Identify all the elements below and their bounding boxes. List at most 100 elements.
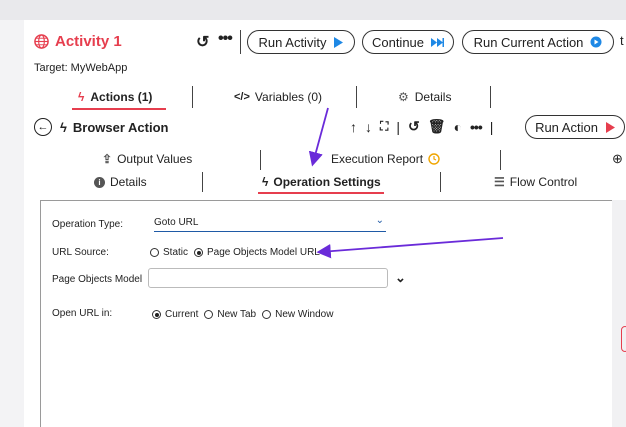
separator xyxy=(500,150,501,170)
radio-label: New Tab xyxy=(217,309,257,320)
back-arrow-icon[interactable]: ← xyxy=(34,118,52,136)
lightning-icon: ϟ xyxy=(60,119,67,135)
side-scroll-area xyxy=(612,200,626,427)
tab-details-label: Details xyxy=(414,90,452,104)
activity-title: Activity 1 xyxy=(34,33,122,50)
tab-variables-label: Variables (0) xyxy=(254,90,323,104)
fast-forward-icon xyxy=(431,37,445,47)
play-icon xyxy=(605,121,615,133)
tab-operation-settings[interactable]: ϟ Operation Settings xyxy=(262,175,381,189)
run-current-action-label: Run Current Action xyxy=(473,34,584,50)
operation-type-value: Goto URL xyxy=(154,217,199,228)
undo-icon[interactable]: ↺ xyxy=(408,118,420,135)
separator xyxy=(192,86,193,108)
page-objects-model-input[interactable] xyxy=(148,268,388,288)
radio-circle xyxy=(194,248,204,257)
move-down-icon[interactable]: ↓ xyxy=(365,119,372,135)
active-tab-underline xyxy=(258,192,384,194)
info-icon: i xyxy=(94,176,105,188)
run-current-action-button[interactable]: Run Current Action xyxy=(462,30,614,54)
open-new-window-radio[interactable]: New Window xyxy=(262,309,333,320)
clock-icon xyxy=(428,153,440,165)
more-options-icon[interactable]: ••• xyxy=(218,30,233,48)
radio-label: Page Objects Model URL xyxy=(207,247,320,258)
tab-variables[interactable]: </> Variables (0) xyxy=(234,86,322,108)
undo-icon[interactable]: ↺ xyxy=(196,32,209,52)
separator: | xyxy=(396,118,401,135)
separator xyxy=(260,150,261,170)
play-icon xyxy=(334,36,344,48)
move-up-icon[interactable]: ↑ xyxy=(350,119,357,135)
radio-circle xyxy=(152,310,161,319)
upload-icon: ⇪ xyxy=(102,152,113,166)
radio-label: Current xyxy=(165,309,199,320)
run-action-label: Run Action xyxy=(535,119,598,135)
action-title: ϟ Browser Action xyxy=(60,120,168,135)
gear-icon: ⚙ xyxy=(398,90,409,104)
annotation-arrow xyxy=(308,107,329,167)
tab-flow-control-label: Flow Control xyxy=(509,175,578,189)
run-activity-button[interactable]: Run Activity xyxy=(247,30,355,54)
expand-icon[interactable]: ⛶ xyxy=(380,119,388,134)
url-source-label: URL Source: xyxy=(52,247,109,258)
action-toolbar: ↑ ↓ ⛶ | ↺ 🗑 ◐ ••• | xyxy=(350,118,493,135)
open-url-in-label: Open URL in: xyxy=(52,308,113,319)
radio-label: New Window xyxy=(275,309,334,320)
url-source-static-radio[interactable]: Static xyxy=(150,247,188,258)
run-activity-label: Run Activity xyxy=(258,34,327,50)
radio-label: Static xyxy=(163,247,189,258)
separator: | xyxy=(489,118,494,135)
radio-circle xyxy=(262,310,272,319)
toggle-icon[interactable]: ◐ xyxy=(454,119,462,135)
activity-title-text: Activity 1 xyxy=(55,32,122,50)
globe-icon xyxy=(34,33,49,49)
target-label: Target: MyWebApp xyxy=(34,62,128,74)
activity-header: Activity 1 xyxy=(34,30,122,52)
chevron-down-icon: ⌄ xyxy=(375,215,384,226)
separator xyxy=(240,30,241,54)
radio-circle xyxy=(150,248,159,257)
code-icon: </> xyxy=(234,91,250,103)
continue-label: Continue xyxy=(371,34,425,50)
tab-actions-label: Actions (1) xyxy=(90,90,153,104)
overflow-clipped-text: t xyxy=(620,33,624,48)
action-header: ← ϟ Browser Action xyxy=(34,116,168,138)
clipped-tab-icon[interactable]: ⊕ xyxy=(612,151,623,167)
play-circle-icon xyxy=(590,36,602,48)
open-url-in-radio-group: Current New Tab New Window xyxy=(152,309,339,320)
tab-flow-control[interactable]: ☰ Flow Control xyxy=(494,175,577,189)
tab-actions[interactable]: ϟ Actions (1) xyxy=(78,86,152,108)
chevron-down-icon[interactable]: ⌄ xyxy=(395,270,406,286)
tab-execution-report-label: Execution Report xyxy=(331,152,424,166)
separator xyxy=(440,172,441,192)
operation-type-label: Operation Type: xyxy=(52,219,123,230)
continue-button[interactable]: Continue xyxy=(362,30,454,54)
run-action-button[interactable]: Run Action xyxy=(525,115,625,139)
url-source-radio-group: Static Page Objects Model URL xyxy=(150,247,326,258)
left-gutter xyxy=(0,20,24,427)
lightning-icon: ϟ xyxy=(78,90,85,104)
separator xyxy=(356,86,357,108)
active-tab-underline xyxy=(72,108,166,110)
tab-details[interactable]: ⚙ Details xyxy=(398,86,451,108)
open-current-radio[interactable]: Current xyxy=(152,309,198,320)
flow-icon: ☰ xyxy=(494,175,505,189)
operation-type-dropdown[interactable]: Goto URL ⌄ xyxy=(154,215,386,232)
action-title-text: Browser Action xyxy=(72,119,169,135)
url-source-pom-radio[interactable]: Page Objects Model URL xyxy=(194,247,320,258)
side-indicator xyxy=(621,326,626,352)
page-objects-model-label: Page Objects Model xyxy=(52,274,143,285)
separator xyxy=(202,172,203,192)
separator xyxy=(490,86,491,108)
tab-output-values-label: Output Values xyxy=(117,152,193,166)
tab-execution-report[interactable]: Execution Report xyxy=(331,152,440,166)
more-options-icon[interactable]: ••• xyxy=(470,119,483,135)
top-bar xyxy=(0,0,626,20)
tab-action-details[interactable]: i Details xyxy=(94,175,147,189)
tab-operation-settings-label: Operation Settings xyxy=(273,175,381,189)
trash-icon[interactable]: 🗑 xyxy=(428,118,446,135)
tab-action-details-label: Details xyxy=(110,175,147,189)
tab-output-values[interactable]: ⇪ Output Values xyxy=(102,152,192,166)
radio-circle xyxy=(204,310,214,319)
open-new-tab-radio[interactable]: New Tab xyxy=(204,309,256,320)
